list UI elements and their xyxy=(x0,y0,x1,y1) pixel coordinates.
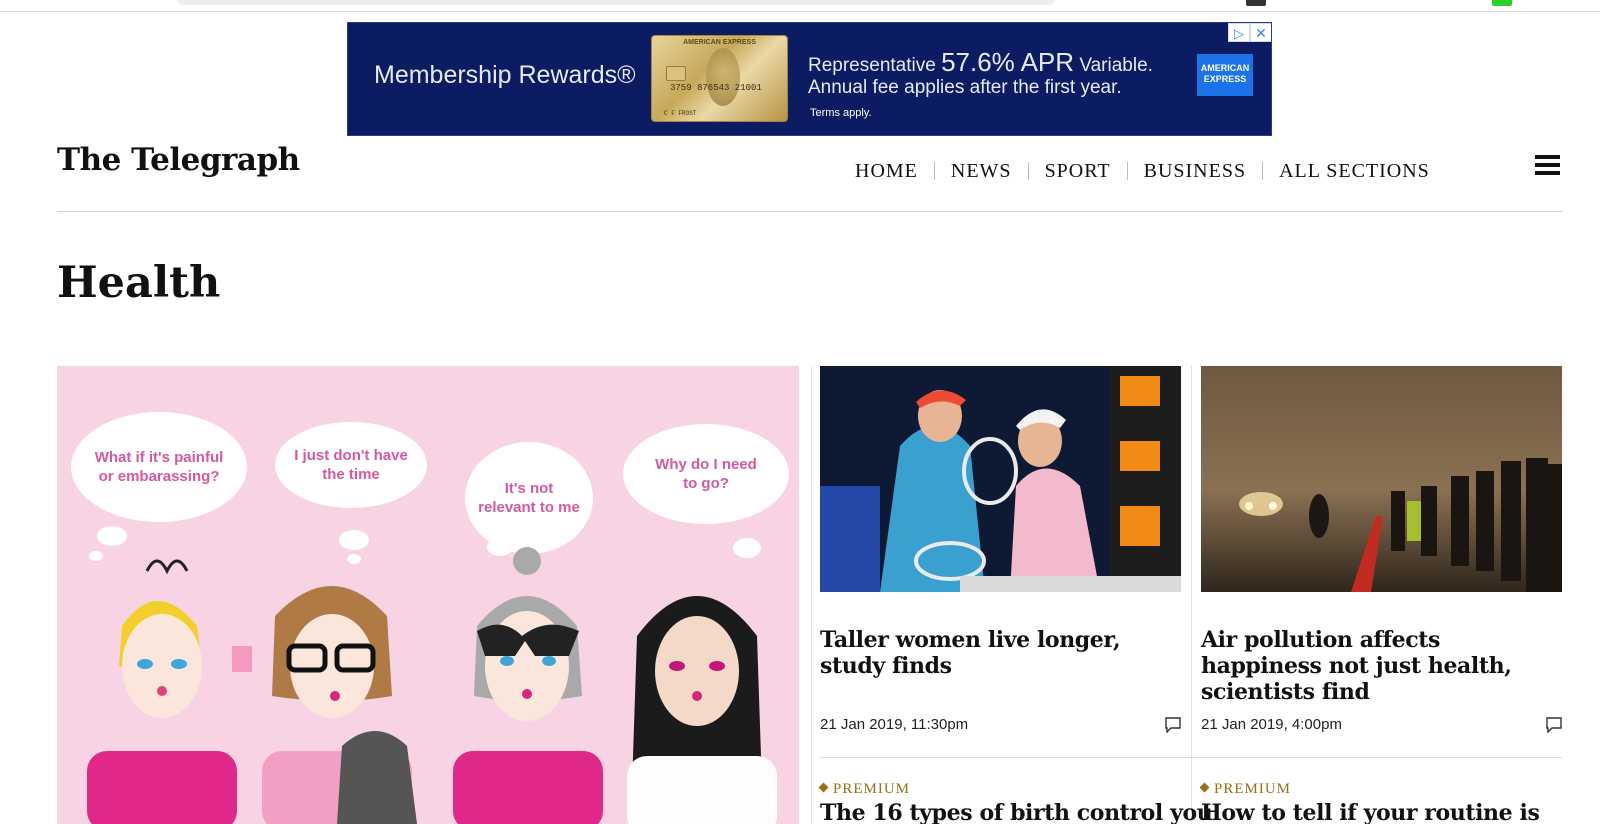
women-illustration xyxy=(87,547,777,824)
article-headline[interactable]: The 16 types of birth control you xyxy=(820,800,1213,824)
card-number: 3759 876543 21001 xyxy=(670,83,762,93)
extension-icon[interactable] xyxy=(1246,0,1266,6)
advertisement-banner[interactable]: Membership Rewards® AMERICAN EXPRESS 375… xyxy=(347,22,1272,136)
page-title: Health xyxy=(57,258,221,308)
address-bar[interactable] xyxy=(176,0,1056,5)
comment-icon[interactable] xyxy=(1164,717,1182,733)
article-headline[interactable]: Taller women live longer, study finds xyxy=(820,627,1180,679)
centurion-portrait-icon xyxy=(706,48,740,106)
hero-illustration[interactable]: What if it's painful or embarassing? I j… xyxy=(57,366,799,824)
premium-badge: PREMIUM xyxy=(1199,781,1292,798)
ad-fee-line: Annual fee applies after the first year. xyxy=(808,77,1122,98)
diamond-icon xyxy=(818,782,829,793)
column-divider xyxy=(1191,366,1192,824)
premium-label: PREMIUM xyxy=(833,781,911,797)
article-thumbnail[interactable] xyxy=(820,366,1181,592)
nav-all-sections[interactable]: ALL SECTIONS xyxy=(1263,160,1446,183)
ad-apr-value: 57.6% APR xyxy=(941,47,1075,77)
article-timestamp: 21 Jan 2019, 4:00pm xyxy=(1201,716,1342,733)
adchoices-icon[interactable]: ▷ xyxy=(1228,23,1250,42)
nav-home[interactable]: HOME xyxy=(840,160,934,183)
article-headline[interactable]: Air pollution affects happiness not just… xyxy=(1201,627,1551,705)
diamond-icon xyxy=(1199,782,1210,793)
article-headline[interactable]: How to tell if your routine is xyxy=(1201,800,1540,824)
ad-apr-suffix: Variable. xyxy=(1079,55,1153,76)
ad-brand-text: Membership Rewards® xyxy=(374,61,636,89)
close-ad-icon[interactable]: ✕ xyxy=(1250,23,1271,42)
hamburger-icon[interactable] xyxy=(1535,155,1560,176)
comment-icon[interactable] xyxy=(1545,717,1563,733)
browser-top-strip xyxy=(0,0,1600,12)
article-timestamp: 21 Jan 2019, 11:30pm xyxy=(820,716,969,733)
card-chip-icon xyxy=(666,66,686,81)
row-divider xyxy=(820,757,1562,758)
main-nav: HOME NEWS SPORT BUSINESS ALL SECTIONS xyxy=(840,156,1446,186)
credit-card-image: AMERICAN EXPRESS 3759 876543 21001 C F F… xyxy=(651,35,788,122)
ad-apr-line: Representative 57.6% APR Variable. xyxy=(808,47,1153,78)
nav-news[interactable]: NEWS xyxy=(935,160,1028,183)
nav-sport[interactable]: SPORT xyxy=(1029,160,1127,183)
nav-business[interactable]: BUSINESS xyxy=(1128,160,1262,183)
ad-apr-prefix: Representative xyxy=(808,55,936,76)
card-name: C F FROST xyxy=(664,110,697,117)
card-issuer-text: AMERICAN EXPRESS xyxy=(683,39,756,46)
header-divider xyxy=(57,211,1562,212)
column-divider xyxy=(811,366,812,824)
extension-icon[interactable] xyxy=(1492,0,1512,6)
tennis-photo xyxy=(820,366,1181,592)
premium-label: PREMIUM xyxy=(1214,781,1292,797)
telegraph-logo[interactable]: The Telegraph xyxy=(57,142,300,178)
article-thumbnail[interactable] xyxy=(1201,366,1562,592)
air-pollution-photo xyxy=(1201,366,1562,592)
premium-badge: PREMIUM xyxy=(818,781,911,798)
ad-terms-link[interactable]: Terms apply. xyxy=(810,107,872,119)
amex-logo: AMERICAN EXPRESS xyxy=(1197,54,1253,96)
